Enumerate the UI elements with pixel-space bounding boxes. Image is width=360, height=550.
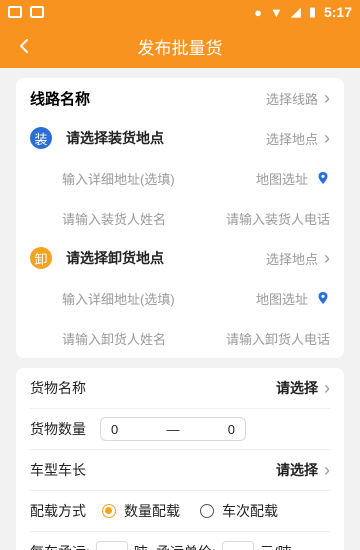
load-action: 选择地点 (265, 131, 318, 147)
qty-max[interactable]: 0 (228, 422, 235, 437)
route-action: 选择线路 (265, 91, 318, 107)
unload-address-input[interactable]: 输入详细地址(选填) (62, 289, 175, 308)
chevron-right-icon: › (324, 247, 330, 268)
route-label: 线路名称 (30, 90, 91, 108)
cargo-qty-row: 货物数量 0 — 0 (16, 409, 344, 449)
image-icon (8, 6, 22, 18)
page-title: 发布批量货 (137, 38, 223, 58)
qty-range-input[interactable]: 0 — 0 (100, 417, 246, 441)
radio-selected-icon (102, 504, 116, 518)
load-location-row[interactable]: 装 请选择装货地点 选择地点 › (16, 118, 344, 158)
chevron-right-icon: › (324, 459, 330, 480)
chevron-right-icon: › (324, 127, 330, 148)
load-badge: 装 (30, 127, 52, 149)
price-label: 承运单价: (156, 542, 216, 550)
app-bar: 发布批量货 (0, 24, 360, 68)
chevron-left-icon (20, 39, 28, 53)
route-row[interactable]: 线路名称 选择线路 › (16, 78, 344, 118)
location-icon: ● (254, 4, 262, 20)
pricing-row: 每车承运: 吨 承运单价: 元/吨 (16, 532, 344, 550)
unload-name-input[interactable]: 请输入卸货人姓名 (62, 329, 166, 348)
map-pin-icon[interactable] (316, 171, 330, 185)
unload-address-row: 输入详细地址(选填) 地图选址 (16, 278, 344, 318)
chevron-right-icon: › (324, 87, 330, 108)
mode-row: 配载方式 数量配载 车次配载 (16, 491, 344, 531)
load-phone-input[interactable]: 请输入装货人电话 (226, 209, 330, 228)
wifi-icon: ▼ (269, 4, 283, 20)
cargo-name-label: 货物名称 (30, 380, 86, 396)
unload-phone-input[interactable]: 请输入卸货人电话 (226, 329, 330, 348)
mode-option-quantity-label: 数量配载 (124, 503, 180, 519)
unload-map-label[interactable]: 地图选址 (256, 289, 308, 308)
qty-separator: — (166, 421, 180, 437)
cargo-name-value: 请选择 (276, 380, 318, 396)
status-bar: ● ▼ ◢ ▮ 5:17 (0, 0, 360, 24)
qty-min[interactable]: 0 (111, 422, 118, 437)
vehicle-row[interactable]: 车型车长 请选择 › (16, 450, 344, 490)
signal-icon: ◢ (290, 4, 301, 19)
per-truck-unit: 吨 (134, 542, 148, 550)
unload-action: 选择地点 (265, 251, 318, 267)
load-name-input[interactable]: 请输入装货人姓名 (62, 209, 166, 228)
mode-option-trips-label: 车次配载 (222, 503, 278, 519)
load-contact-row: 请输入装货人姓名 请输入装货人电话 (16, 198, 344, 238)
status-time: 5:17 (323, 4, 352, 20)
map-pin-icon[interactable] (316, 291, 330, 305)
chevron-right-icon: › (324, 377, 330, 398)
load-map-label[interactable]: 地图选址 (256, 169, 308, 188)
vehicle-label: 车型车长 (30, 462, 86, 478)
load-title: 请选择装货地点 (66, 130, 164, 146)
back-button[interactable] (10, 32, 38, 60)
route-card: 线路名称 选择线路 › 装 请选择装货地点 选择地点 › 输入详细地址(选填) … (16, 78, 344, 358)
load-address-row: 输入详细地址(选填) 地图选址 (16, 158, 344, 198)
vehicle-value: 请选择 (276, 462, 318, 478)
unload-contact-row: 请输入卸货人姓名 请输入卸货人电话 (16, 318, 344, 358)
battery-icon: ▮ (308, 4, 316, 19)
per-truck-label: 每车承运: (30, 542, 90, 550)
unload-badge: 卸 (30, 247, 52, 269)
load-address-input[interactable]: 输入详细地址(选填) (62, 169, 175, 188)
price-unit: 元/吨 (260, 542, 292, 550)
cargo-card: 货物名称 请选择 › 货物数量 0 — 0 车型车长 请选择 › 配载方式 数量… (16, 368, 344, 550)
cargo-qty-label: 货物数量 (30, 421, 86, 437)
unload-title: 请选择卸货地点 (66, 250, 164, 266)
mode-option-quantity[interactable]: 数量配载 (102, 501, 180, 521)
per-truck-input[interactable] (95, 541, 128, 550)
mode-option-trips[interactable]: 车次配载 (200, 501, 278, 521)
a-icon (30, 6, 44, 18)
unload-location-row[interactable]: 卸 请选择卸货地点 选择地点 › (16, 238, 344, 278)
price-input[interactable] (221, 541, 254, 550)
cargo-name-row[interactable]: 货物名称 请选择 › (16, 368, 344, 408)
mode-label: 配载方式 (30, 503, 86, 519)
radio-unselected-icon (200, 504, 214, 518)
